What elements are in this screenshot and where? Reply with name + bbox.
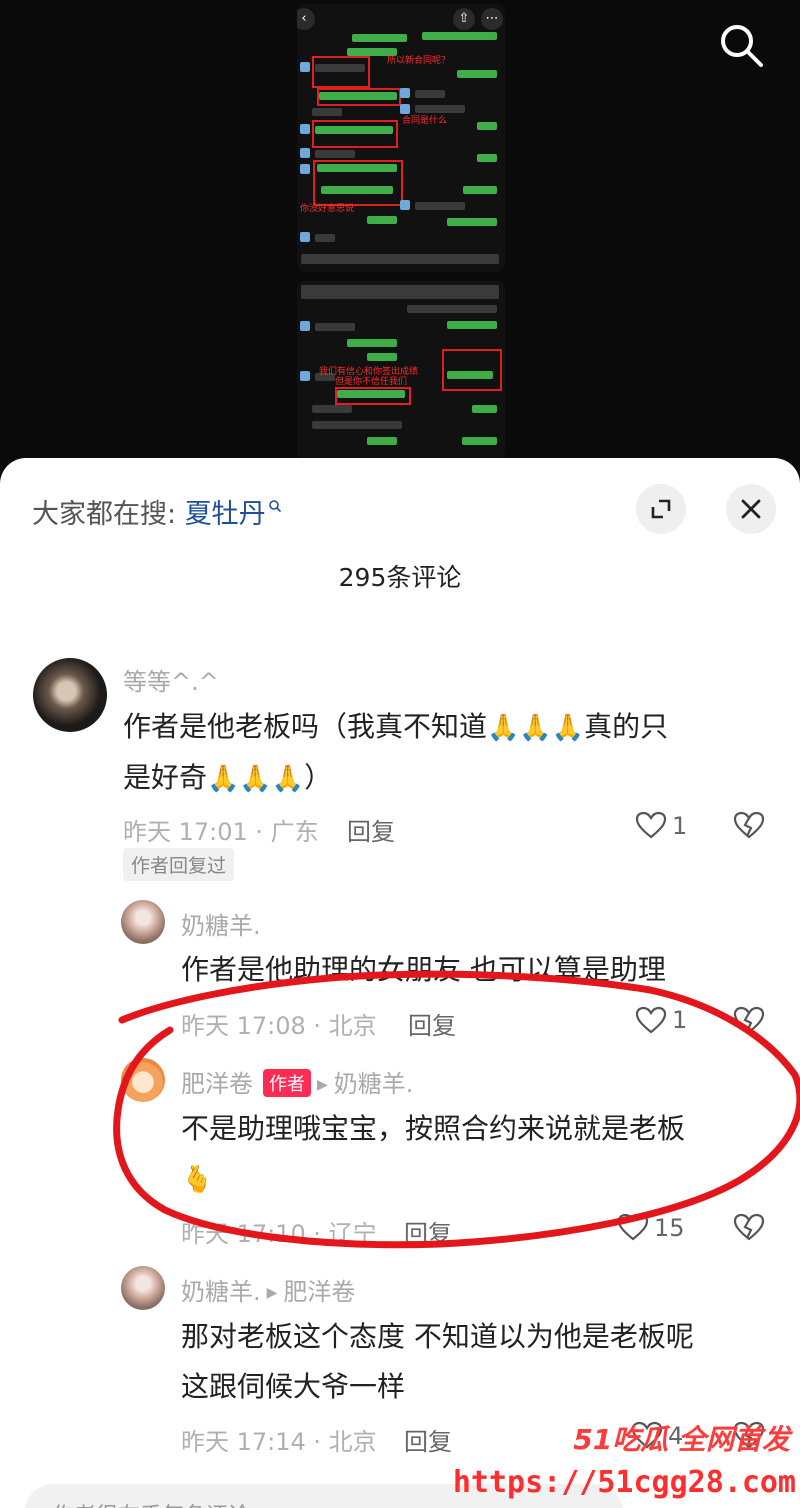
comment-text-part: 那对老板这个态度 不知道以为他是老板呢 — [181, 1320, 694, 1353]
close-button[interactable] — [726, 484, 776, 534]
reply-button[interactable]: 回复 — [408, 1006, 456, 1041]
reply-to-username[interactable]: 肥洋卷 — [283, 1278, 355, 1306]
like-count: 15 — [654, 1214, 685, 1242]
watermark-logo: 51吃瓜 全网首发 — [573, 1423, 790, 1456]
avatar[interactable] — [121, 1266, 165, 1310]
finger-heart-emoji: 🫰 — [181, 1165, 214, 1195]
share-icon: ⇧ — [453, 8, 475, 30]
watermark: 51吃瓜 全网首发 https://51cgg28.com — [453, 1410, 800, 1508]
search-suggestion-prefix: 大家都在搜: — [32, 499, 185, 530]
comment-time-location: 昨天 17:01 · 广东 — [123, 818, 319, 846]
comment-username[interactable]: 肥洋卷 — [181, 1070, 253, 1098]
chat-screenshot-bottom: 我们有信心和你签出成绩 但是你不信任我们 — [297, 281, 505, 461]
close-icon — [741, 499, 761, 519]
reply-arrow-icon: ▶ — [317, 1077, 328, 1093]
reply-arrow-icon: ▶ — [266, 1285, 278, 1301]
comment-text-part: 真的只 — [584, 710, 669, 743]
reply-button[interactable]: 回复 — [347, 812, 395, 847]
author-replied-tag: 作者回复过 — [123, 848, 235, 881]
small-search-icon — [268, 500, 281, 513]
comment-username[interactable]: 等等^.^ — [123, 662, 219, 697]
heart-icon[interactable] — [616, 1212, 650, 1242]
annotation-text: 但是你不信任我们 — [335, 377, 408, 387]
author-badge: 作者 — [263, 1069, 311, 1097]
comment-text: 作者是他助理的女朋友 也可以算是助理 — [181, 953, 666, 986]
like-count: 1 — [672, 812, 688, 840]
expand-icon — [651, 499, 671, 519]
comment-text-part: ） — [304, 761, 333, 794]
avatar[interactable] — [121, 900, 165, 944]
avatar[interactable] — [33, 658, 107, 732]
search-icon[interactable] — [716, 20, 766, 70]
comment-username-line: 奶糖羊. ▶ 肥洋卷 — [181, 1272, 355, 1307]
comment-text: 不是助理哦宝宝，按照合约来说就是老板 🫰 — [181, 1104, 761, 1205]
heart-icon[interactable] — [634, 810, 668, 840]
like-count: 1 — [672, 1006, 688, 1034]
search-suggestion[interactable]: 大家都在搜: 夏牡丹 — [32, 492, 282, 531]
expand-button[interactable] — [636, 484, 686, 534]
comment-input-placeholder: 作者很在乎每条评论 — [52, 1498, 250, 1508]
annotation-text: 你没好意思说 — [300, 204, 355, 214]
comment-time-location: 昨天 17:10 · 辽宁 — [181, 1220, 377, 1248]
comment-time-location: 昨天 17:14 · 北京 — [181, 1428, 377, 1456]
heart-icon[interactable] — [634, 1005, 668, 1035]
comment-username[interactable]: 奶糖羊. — [181, 906, 261, 941]
watermark-url: https://51cgg28.com — [452, 1465, 796, 1500]
comment-text-part: 这跟伺候大爷一样 — [181, 1370, 406, 1403]
reply-button[interactable]: 回复 — [404, 1422, 452, 1457]
comment-time-location: 昨天 17:08 · 北京 — [181, 1012, 377, 1040]
broken-heart-icon[interactable] — [732, 1212, 766, 1242]
comment-sheet: 大家都在搜: 夏牡丹 295条评论 等等^.^ 作者是他老板吗（我真不知道🙏🙏🙏… — [0, 458, 800, 1508]
comment-text: 那对老板这个态度 不知道以为他是老板呢 这跟伺候大爷一样 — [181, 1312, 761, 1412]
comment-text-part: 作者是他老板吗（我真不知道 — [123, 710, 488, 743]
search-suggestion-keyword[interactable]: 夏牡丹 — [185, 499, 266, 530]
annotation-text: 合同是什么 — [402, 116, 448, 126]
avatar[interactable] — [121, 1058, 165, 1102]
comment-username-line: 肥洋卷 作者 ▶ 奶糖羊. — [181, 1064, 413, 1099]
reply-to-username[interactable]: 奶糖羊. — [334, 1070, 414, 1098]
annotation-text: 我们有信心和你签出成绩 — [319, 367, 419, 377]
media-preview[interactable]: ‹ ⇧ ⋯ 所以新合同呢？ 合同是什么 你没好意思说 我们有信心和你签出成绩 但… — [0, 0, 800, 470]
back-icon: ‹ — [297, 8, 315, 30]
broken-heart-icon[interactable] — [732, 810, 766, 840]
pray-emoji: 🙏🙏🙏 — [207, 764, 305, 794]
chat-screenshot-top: ‹ ⇧ ⋯ 所以新合同呢？ 合同是什么 你没好意思说 — [297, 4, 505, 272]
comment-username[interactable]: 奶糖羊. — [181, 1278, 261, 1306]
comment-count: 295条评论 — [338, 563, 462, 592]
comment-text-part: 是好奇 — [123, 761, 208, 794]
more-icon: ⋯ — [481, 8, 503, 30]
reply-button[interactable]: 回复 — [404, 1214, 452, 1249]
comment-text-part: 不是助理哦宝宝，按照合约来说就是老板 — [181, 1112, 686, 1145]
pray-emoji: 🙏🙏🙏 — [487, 713, 585, 743]
annotation-text: 所以新合同呢？ — [387, 56, 451, 66]
comment-text: 作者是他老板吗（我真不知道🙏🙏🙏真的只 是好奇🙏🙏🙏） — [123, 702, 763, 804]
broken-heart-icon[interactable] — [732, 1005, 766, 1035]
